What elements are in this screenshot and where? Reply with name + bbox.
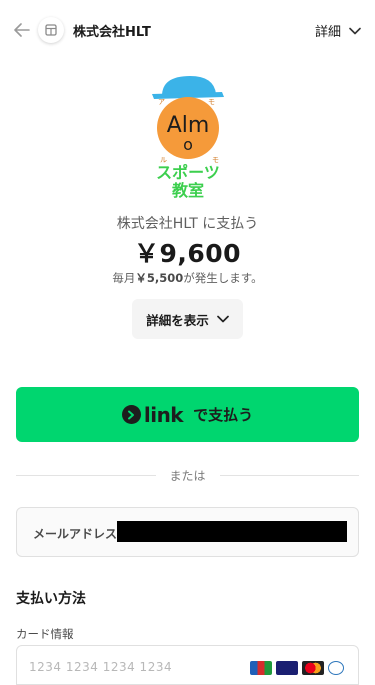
divider-line-right bbox=[219, 474, 360, 476]
divider-line-left bbox=[16, 474, 156, 476]
email-label: メールアドレス bbox=[33, 527, 118, 541]
chevron-down-icon bbox=[349, 27, 361, 34]
recurring-amount: ￥5,500 bbox=[135, 271, 184, 285]
link-wordmark: link bbox=[143, 402, 184, 427]
email-value-redacted bbox=[117, 521, 347, 542]
amex-icon bbox=[328, 661, 344, 675]
card-number-placeholder: 1234 1234 1234 1234 bbox=[29, 660, 173, 674]
show-details-label: 詳細を表示 bbox=[146, 312, 209, 328]
recurring-prefix: 毎月 bbox=[112, 271, 136, 285]
pay-to-text: 株式会社HLT に支払う bbox=[116, 216, 259, 232]
jcb-icon bbox=[250, 661, 272, 675]
logo-small-left: ア bbox=[158, 98, 165, 106]
link-pay-label: で支払う bbox=[193, 406, 254, 424]
logo-line4: 教室 bbox=[172, 181, 204, 200]
or-divider: または bbox=[16, 465, 360, 485]
top-bar: 株式会社HLT 詳細 bbox=[0, 0, 375, 60]
link-arrow-icon bbox=[121, 405, 141, 424]
card-number-input[interactable]: 1234 1234 1234 1234 bbox=[16, 645, 359, 685]
chevron-down-icon bbox=[216, 315, 229, 323]
merchant-name: 株式会社HLT bbox=[73, 25, 151, 40]
logo-small-top-right: モ bbox=[208, 98, 215, 106]
merchant-logo: ア モ Alm o ル モ スポーツ 教室 bbox=[148, 70, 228, 200]
or-text: または bbox=[169, 468, 206, 483]
merchant-avatar bbox=[38, 17, 64, 43]
link-logo: link bbox=[121, 402, 184, 427]
payment-method-title: 支払い方法 bbox=[16, 591, 86, 607]
back-arrow-icon[interactable] bbox=[12, 20, 32, 40]
email-field[interactable]: メールアドレス bbox=[16, 507, 359, 557]
logo-line3: スポーツ bbox=[156, 163, 220, 182]
card-brands bbox=[250, 661, 344, 675]
logo-line2: o bbox=[183, 135, 193, 154]
recurring-note: 毎月￥5,500が発生します。 bbox=[0, 270, 375, 286]
card-info-label: カード情報 bbox=[16, 627, 74, 641]
visa-icon bbox=[276, 661, 298, 675]
details-toggle-label: 詳細 bbox=[314, 25, 341, 40]
details-toggle[interactable]: 詳細 bbox=[315, 21, 361, 40]
recurring-suffix: が発生します。 bbox=[183, 271, 263, 285]
total-amount: ￥9,600 bbox=[133, 239, 242, 268]
store-icon bbox=[45, 24, 57, 36]
mastercard-icon bbox=[302, 661, 324, 675]
show-details-button[interactable]: 詳細を表示 bbox=[132, 299, 243, 339]
pay-with-link-button[interactable]: link で支払う bbox=[16, 387, 359, 442]
